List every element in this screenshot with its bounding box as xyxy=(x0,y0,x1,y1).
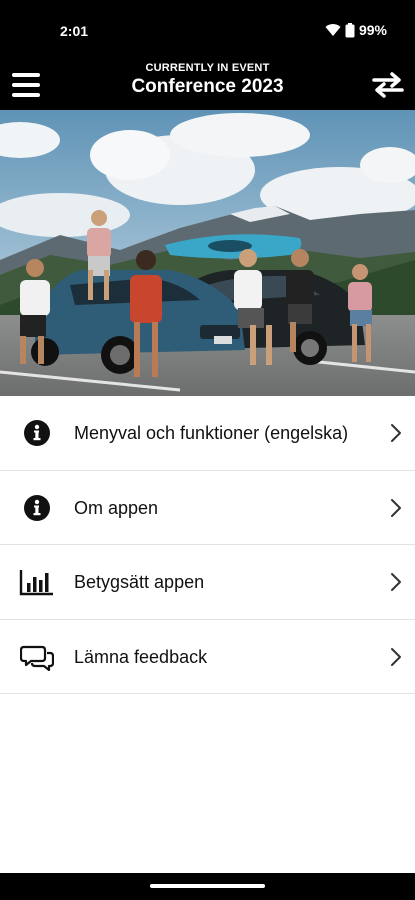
event-photo xyxy=(0,110,415,396)
chevron-right-icon xyxy=(391,498,401,517)
menu-item-label: Menyval och funktioner (engelska) xyxy=(74,423,349,443)
menu-item-about-app[interactable]: Om appen xyxy=(0,471,415,545)
hamburger-menu-button[interactable] xyxy=(12,69,44,101)
event-title: Conference 2023 xyxy=(131,76,284,97)
battery-icon xyxy=(345,22,355,37)
info-icon xyxy=(24,420,50,446)
app-header: CURRENTLY IN EVENT Conference 2023 xyxy=(0,60,415,110)
wifi-icon xyxy=(325,24,341,36)
event-hero-image xyxy=(0,110,415,396)
hamburger-icon-line xyxy=(12,83,40,87)
switch-event-icon[interactable] xyxy=(371,70,405,100)
event-header: CURRENTLY IN EVENT Conference 2023 xyxy=(100,62,315,98)
hamburger-icon-line xyxy=(12,73,40,77)
menu-item-features-english[interactable]: Menyval och funktioner (engelska) xyxy=(0,396,415,471)
menu-item-label: Betygsätt appen xyxy=(74,572,205,592)
menu-item-label: Om appen xyxy=(74,497,159,518)
info-icon xyxy=(24,494,50,521)
bar-chart-icon xyxy=(19,570,53,596)
chevron-right-icon xyxy=(391,647,401,666)
chevron-right-icon xyxy=(391,424,401,442)
menu-item-label: Lämna feedback xyxy=(74,646,208,667)
menu-item-rate-app[interactable]: Betygsätt appen xyxy=(0,545,415,620)
battery-percentage: 99% xyxy=(358,22,387,38)
settings-menu-list: Menyval och funktioner (engelska) Om app… xyxy=(0,396,415,694)
status-indicators: 99% xyxy=(325,22,387,38)
chevron-right-icon xyxy=(391,573,401,591)
status-bar: 2:01 99% xyxy=(0,0,415,60)
menu-item-leave-feedback[interactable]: Lämna feedback xyxy=(0,620,415,694)
home-gesture-handle[interactable] xyxy=(150,884,265,888)
system-navigation-bar xyxy=(0,873,415,900)
hamburger-icon-line xyxy=(12,93,40,97)
speech-bubbles-icon xyxy=(20,645,54,671)
status-time: 2:01 xyxy=(60,23,89,39)
event-subtitle: CURRENTLY IN EVENT xyxy=(145,62,270,74)
